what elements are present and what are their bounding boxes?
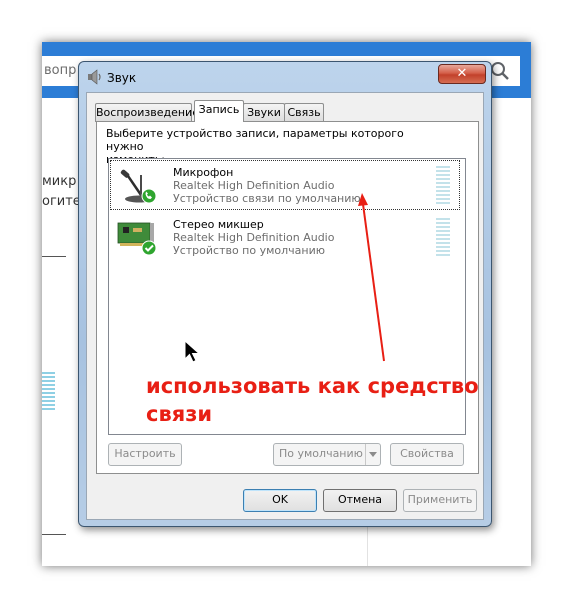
tab-communications[interactable]: Связь: [284, 103, 324, 122]
close-button[interactable]: ✕: [438, 64, 486, 84]
background-text-line: микр: [42, 174, 77, 189]
device-driver: Realtek High Definition Audio: [173, 231, 335, 244]
tab-sounds[interactable]: Звуки: [243, 103, 285, 122]
speaker-icon: [88, 69, 101, 85]
device-item-microphone[interactable]: Микрофон Realtek High Definition Audio У…: [110, 160, 460, 210]
configure-button[interactable]: Настроить: [108, 443, 182, 466]
sound-dialog: Звук ✕ Воспроизведение Запись Звуки Связ…: [78, 61, 492, 527]
mouse-cursor-icon: [184, 340, 201, 363]
device-status: Устройство по умолчанию: [173, 244, 326, 257]
microphone-icon: [120, 169, 157, 204]
background-search-text: вопр: [44, 63, 77, 78]
search-icon[interactable]: [490, 61, 510, 81]
sound-card-icon: [117, 222, 157, 256]
level-meter: [436, 218, 450, 258]
device-driver: Realtek High Definition Audio: [173, 179, 335, 192]
device-item-stereo-mix[interactable]: Стерео микшер Realtek High Definition Au…: [111, 213, 459, 261]
background-divider: [42, 256, 66, 257]
close-icon: ✕: [456, 66, 468, 81]
dialog-title: Звук: [107, 71, 137, 85]
cancel-button[interactable]: Отмена: [323, 489, 397, 512]
apply-button[interactable]: Применить: [403, 489, 477, 512]
set-default-split-button[interactable]: По умолчанию: [273, 443, 381, 466]
device-status: Устройство связи по умолчанию: [173, 192, 361, 205]
tab-playback[interactable]: Воспроизведение: [95, 103, 199, 122]
device-name: Микрофон: [173, 166, 234, 179]
tab-recording[interactable]: Запись: [194, 100, 244, 122]
dropdown-arrow-icon[interactable]: [365, 444, 380, 465]
ok-button[interactable]: OK: [243, 489, 317, 512]
background-divider: [42, 534, 66, 535]
set-default-label: По умолчанию: [279, 447, 363, 460]
level-meter: [436, 166, 450, 206]
background-level-meter: [42, 372, 55, 412]
device-name: Стерео микшер: [173, 218, 264, 231]
background-text-line: огите: [42, 194, 81, 209]
properties-button[interactable]: Свойства: [390, 443, 464, 466]
annotation-text: использовать как средство связи: [146, 374, 479, 426]
dialog-client-area: Воспроизведение Запись Звуки Связь Выбер…: [86, 92, 484, 520]
